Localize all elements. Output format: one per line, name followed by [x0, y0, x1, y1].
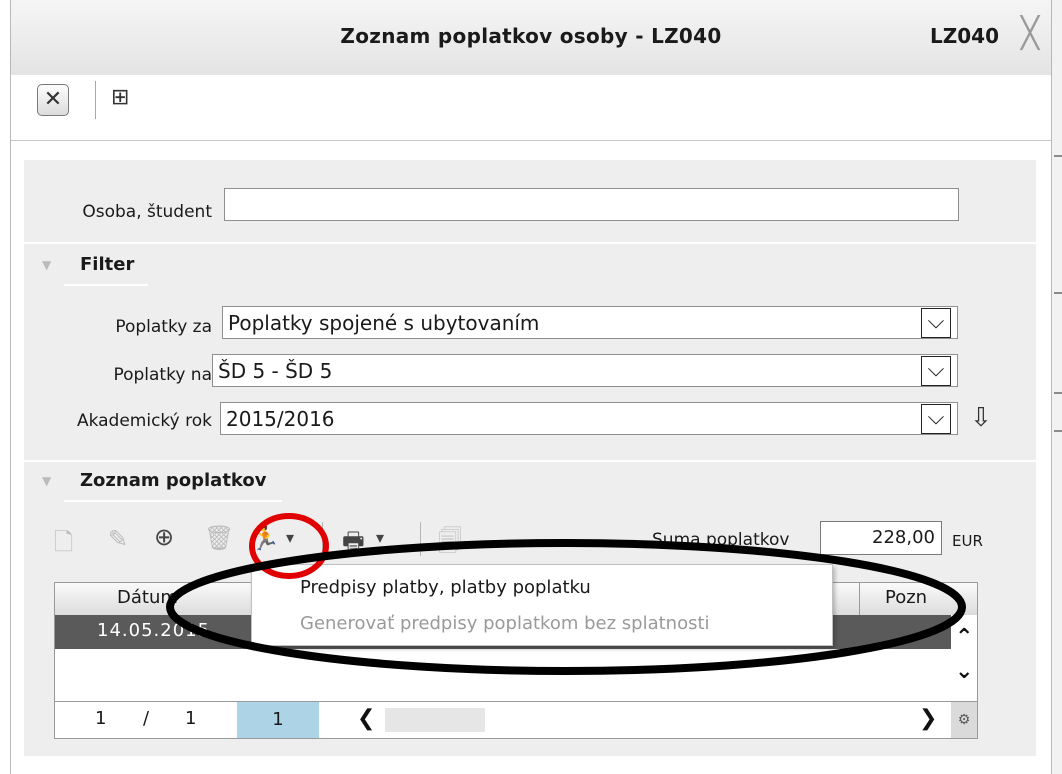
zoom-icon[interactable]: ⊕: [154, 523, 174, 551]
column-header-note[interactable]: Pozn: [885, 587, 927, 608]
horizontal-scrollbar-thumb[interactable]: [385, 708, 485, 732]
scroll-down-icon[interactable]: ⌄: [955, 659, 973, 684]
print-icon[interactable]: 🖶: [342, 524, 365, 565]
background-marker: [1054, 430, 1062, 432]
person-field[interactable]: [224, 188, 959, 221]
academic-year-label: Akademický rok: [76, 411, 212, 431]
fee-list-title: Zoznam poplatkov: [80, 470, 267, 491]
toolbar-divider: [95, 81, 96, 119]
toolbar-divider: [420, 522, 421, 556]
collapse-icon[interactable]: ▼: [42, 474, 51, 488]
table-footer: 1 / 1 1 ❮ ❯ ⚙: [55, 701, 977, 738]
divider: [24, 242, 1036, 244]
scroll-up-icon[interactable]: ⌃: [955, 625, 973, 650]
chevron-down-icon[interactable]: ⌵: [921, 404, 951, 434]
toolbar: ✕ ⊞: [11, 75, 1051, 141]
column-header-date[interactable]: Dátum: [117, 587, 178, 608]
sum-unit: EUR: [952, 532, 983, 550]
export-icon[interactable]: 🗐: [438, 524, 462, 565]
row-date: 14.05.2015: [97, 620, 211, 641]
sum-value: 228,00: [820, 521, 942, 555]
close-button[interactable]: ✕: [37, 84, 69, 116]
menu-item-generate-prescriptions[interactable]: Generovať predpisy poplatkom bez splatno…: [300, 613, 710, 634]
page-current: 1: [95, 708, 107, 729]
collapse-icon[interactable]: ▼: [42, 258, 51, 272]
action-menu: Predpisy platby, platby poplatku Generov…: [251, 564, 833, 646]
column-divider: [859, 583, 860, 615]
page-slash: /: [143, 708, 150, 729]
close-icon[interactable]: ╳: [1021, 19, 1039, 49]
fees-for-select[interactable]: Poplatky spojené s ubytovaním: [222, 306, 958, 339]
divider: [24, 460, 1036, 462]
fees-on-label: Poplatky na: [113, 365, 212, 385]
background-marker: [1054, 155, 1062, 157]
vertical-scrollbar[interactable]: ⌃ ⌄: [951, 615, 977, 701]
filter-title: Filter: [80, 254, 135, 275]
background-marker: [1054, 392, 1062, 394]
section-underline: [64, 500, 282, 502]
section-underline: [64, 284, 148, 286]
academic-year-select[interactable]: 2015/2016: [220, 402, 958, 435]
window-title: Zoznam poplatkov osoby - LZ040: [340, 24, 722, 48]
title-bar[interactable]: Zoznam poplatkov osoby - LZ040 LZ040 ╳: [11, 0, 1051, 76]
scroll-right-icon[interactable]: ❯: [919, 706, 937, 731]
chevron-down-icon[interactable]: ▾: [376, 528, 384, 547]
menu-item-payment-prescriptions[interactable]: Predpisy platby, platby poplatku: [300, 577, 591, 598]
run-action-icon[interactable]: 🏃: [250, 524, 280, 552]
tree-structure-icon[interactable]: ⊞: [111, 85, 129, 110]
background-marker: [1054, 292, 1062, 294]
toolbar-divider: [322, 522, 323, 556]
page-number-button[interactable]: 1: [237, 702, 319, 738]
fees-for-label: Poplatky za: [115, 317, 212, 337]
add-document-icon[interactable]: 🗋: [54, 525, 73, 566]
delete-icon[interactable]: 🗑: [204, 524, 234, 552]
page-total: 1: [185, 708, 197, 729]
gear-icon[interactable]: ⚙: [951, 702, 977, 738]
chevron-down-icon[interactable]: ⌵: [921, 356, 951, 386]
fees-on-select[interactable]: ŠD 5 - ŠD 5: [212, 354, 958, 387]
window-code: LZ040: [930, 24, 999, 48]
edit-icon[interactable]: ✎: [108, 525, 128, 553]
chevron-down-icon[interactable]: ⌵: [921, 308, 951, 338]
scroll-left-icon[interactable]: ❮: [357, 706, 375, 731]
person-label: Osoba, študent: [82, 202, 212, 222]
sum-label: Suma poplatkov: [652, 530, 790, 550]
download-icon[interactable]: ⇩: [970, 403, 992, 433]
chevron-down-icon[interactable]: ▾: [286, 528, 294, 547]
